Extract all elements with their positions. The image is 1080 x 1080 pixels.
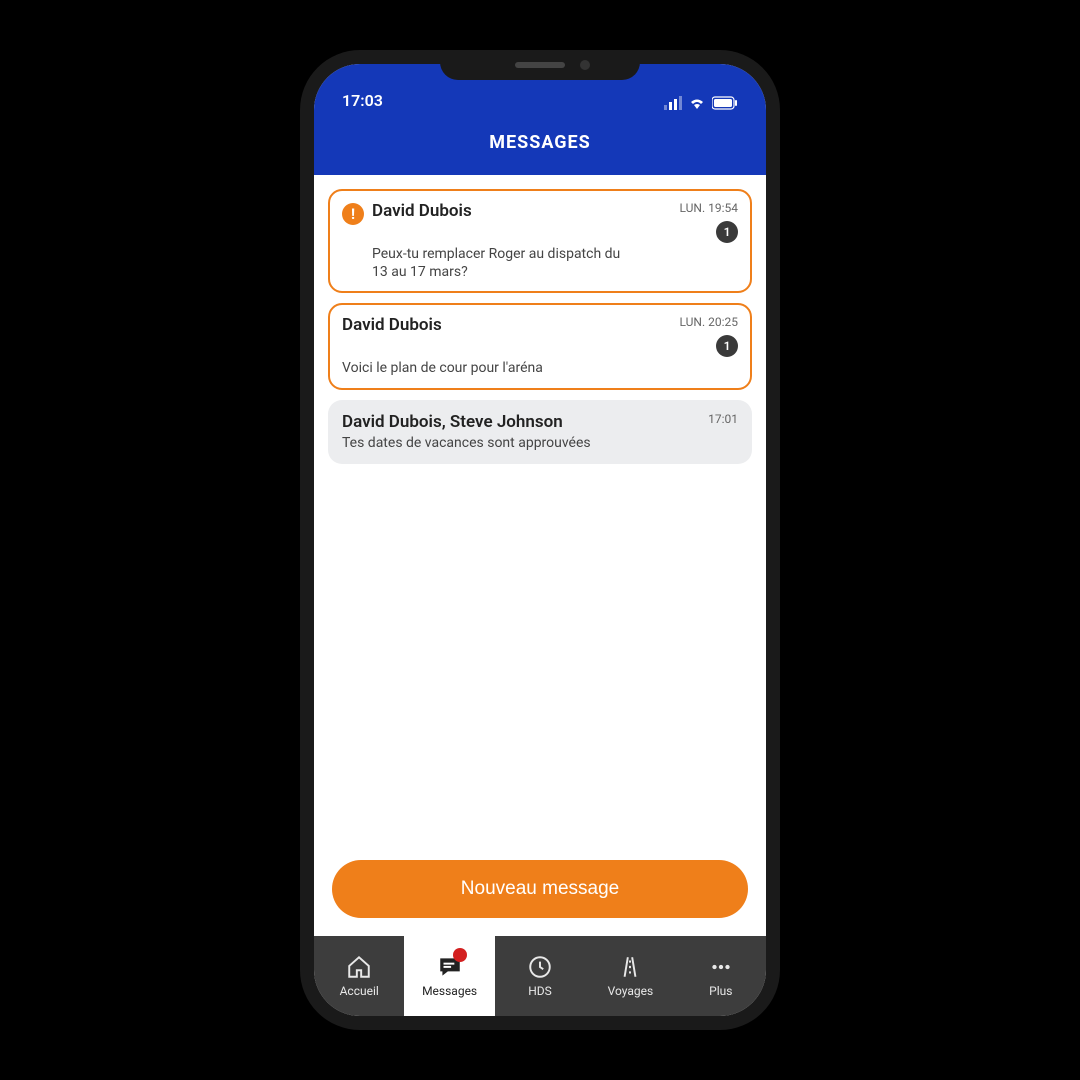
message-preview: Peux-tu remplacer Roger au dispatch du 1… <box>372 245 632 281</box>
message-preview: Voici le plan de cour pour l'aréna <box>342 359 738 377</box>
tab-label: HDS <box>528 984 552 998</box>
status-time: 17:03 <box>342 91 383 110</box>
battery-icon <box>712 96 738 110</box>
message-time: LUN. 19:54 <box>679 201 738 215</box>
tab-label: Plus <box>709 984 732 998</box>
unread-badge: 1 <box>716 335 738 357</box>
home-icon <box>346 954 372 980</box>
road-icon <box>617 954 643 980</box>
status-icons <box>664 96 738 110</box>
wifi-icon <box>688 96 706 110</box>
phone-frame: 17:03 MESSAGES ! David Dubois LUN. 19:54… <box>300 50 780 1030</box>
message-item[interactable]: David Dubois, Steve Johnson 17:01 Tes da… <box>328 400 752 464</box>
message-time: LUN. 20:25 <box>679 315 738 329</box>
message-item[interactable]: David Dubois LUN. 20:25 1 Voici le plan … <box>328 303 752 389</box>
alert-icon: ! <box>342 203 364 225</box>
unread-badge: 1 <box>716 221 738 243</box>
tab-label: Voyages <box>608 984 654 998</box>
tab-bar: Accueil Messages HDS Voyages Plus <box>314 936 766 1016</box>
more-icon <box>708 954 734 980</box>
tab-voyages[interactable]: Voyages <box>585 936 675 1016</box>
message-item[interactable]: ! David Dubois LUN. 19:54 1 Peux-tu remp… <box>328 189 752 293</box>
clock-icon <box>527 954 553 980</box>
message-sender: David Dubois <box>342 315 442 335</box>
tab-label: Accueil <box>340 984 379 998</box>
phone-screen: 17:03 MESSAGES ! David Dubois LUN. 19:54… <box>314 64 766 1016</box>
tab-messages[interactable]: Messages <box>404 936 494 1016</box>
phone-notch <box>440 50 640 80</box>
page-header: MESSAGES <box>314 114 766 175</box>
page-title: MESSAGES <box>489 132 590 153</box>
tab-plus[interactable]: Plus <box>676 936 766 1016</box>
tab-hds[interactable]: HDS <box>495 936 585 1016</box>
new-message-button[interactable]: Nouveau message <box>332 860 748 918</box>
message-sender: David Dubois <box>372 201 472 221</box>
notification-dot-icon <box>453 948 467 962</box>
tab-label: Messages <box>422 984 477 998</box>
message-time: 17:01 <box>708 412 738 426</box>
message-sender: David Dubois, Steve Johnson <box>342 412 563 432</box>
tab-home[interactable]: Accueil <box>314 936 404 1016</box>
message-preview: Tes dates de vacances sont approuvées <box>342 434 738 452</box>
signal-icon <box>664 96 682 110</box>
messages-list: ! David Dubois LUN. 19:54 1 Peux-tu remp… <box>314 175 766 936</box>
